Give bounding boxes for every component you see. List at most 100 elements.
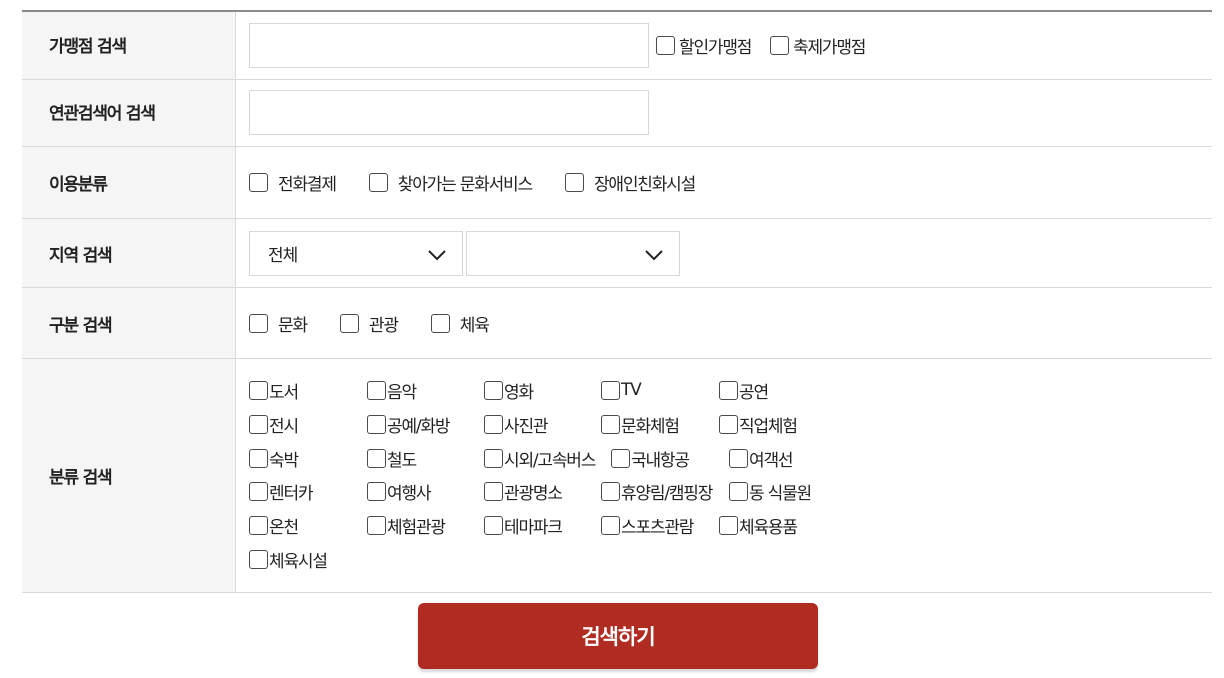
region-district-select[interactable]: [466, 230, 680, 276]
search-button[interactable]: 검색하기: [418, 603, 818, 669]
row-category-search: 분류 검색 도서 음악 영화 TV 공연전시 공예/화방 사진관 문화체험 직업체험숙박 철도 시외…: [22, 359, 1212, 593]
category-checkbox[interactable]: [367, 448, 386, 468]
category-checkbox[interactable]: [484, 414, 503, 434]
category-label: 테마파크: [504, 517, 563, 538]
category-option[interactable]: 여객선: [729, 446, 794, 471]
category-checkbox[interactable]: [249, 448, 268, 468]
culture-option[interactable]: 문화: [249, 311, 308, 336]
category-option[interactable]: 렌터카: [249, 479, 314, 504]
culture-checkbox[interactable]: [249, 313, 268, 333]
sports-option[interactable]: 체육: [430, 311, 490, 336]
category-checkbox[interactable]: [249, 481, 268, 501]
category-checkbox[interactable]: [601, 414, 620, 434]
affiliate-search-input[interactable]: [249, 23, 649, 68]
category-label: 국내항공: [631, 450, 690, 471]
category-label: 여객선: [749, 450, 794, 471]
category-option[interactable]: 철도: [367, 446, 417, 471]
category-label: 여행사: [387, 483, 432, 504]
category-checkbox[interactable]: [249, 515, 268, 535]
category-option[interactable]: 공연: [719, 378, 769, 403]
tourism-checkbox[interactable]: [339, 313, 359, 333]
category-option[interactable]: 공예/화방: [367, 412, 451, 437]
discount-affiliate-option[interactable]: 할인가맹점: [656, 33, 752, 58]
category-option[interactable]: 사진관: [484, 412, 549, 437]
category-checkbox[interactable]: [719, 414, 738, 434]
category-label: 체험관광: [387, 517, 446, 538]
category-option[interactable]: 관광명소: [484, 479, 563, 504]
visiting-culture-service-option[interactable]: 찾아가는 문화서비스: [368, 170, 533, 195]
category-checkbox[interactable]: [729, 448, 748, 468]
category-label: TV: [621, 380, 642, 400]
category-option[interactable]: 도서: [249, 378, 299, 403]
category-option[interactable]: 직업체험: [719, 412, 798, 437]
category-checkbox[interactable]: [484, 481, 503, 501]
category-checkbox[interactable]: [719, 515, 738, 535]
category-label: 체육시설: [269, 551, 328, 572]
option-label: 관광: [368, 315, 399, 336]
festival-affiliate-checkbox[interactable]: [770, 36, 789, 55]
category-option[interactable]: 체육용품: [719, 513, 798, 538]
category-option[interactable]: 여행사: [367, 479, 432, 504]
disability-friendly-option[interactable]: 장애인친화시설: [564, 170, 696, 195]
category-checkbox[interactable]: [729, 481, 748, 501]
related-keyword-input[interactable]: [249, 90, 649, 135]
tourism-option[interactable]: 관광: [339, 311, 399, 336]
category-checkbox[interactable]: [719, 380, 738, 400]
category-label: 직업체험: [739, 416, 798, 437]
category-option[interactable]: 숙박: [249, 446, 299, 471]
category-checkbox[interactable]: [249, 549, 268, 569]
category-option[interactable]: 체험관광: [367, 513, 446, 538]
category-checkbox[interactable]: [249, 380, 268, 400]
category-option[interactable]: 휴양림/캠핑장: [601, 479, 713, 504]
category-option[interactable]: 온천: [249, 513, 299, 538]
row-division-search: 구분 검색 문화 관광 체육: [22, 288, 1212, 359]
visiting-culture-service-checkbox[interactable]: [368, 173, 388, 192]
option-label: 장애인친화시설: [593, 175, 696, 195]
row-label-region: 지역 검색: [22, 219, 236, 287]
select-value: 전체: [268, 245, 298, 266]
category-option[interactable]: 체육시설: [249, 547, 328, 572]
category-label: 영화: [504, 382, 534, 403]
category-label: 동 식물원: [749, 483, 812, 504]
festival-affiliate-option[interactable]: 축제가맹점: [770, 33, 866, 58]
category-checkbox[interactable]: [367, 515, 386, 535]
category-option[interactable]: 영화: [484, 378, 534, 403]
category-option[interactable]: 테마파크: [484, 513, 563, 538]
category-checkbox[interactable]: [611, 448, 630, 468]
category-checkbox[interactable]: [367, 380, 386, 400]
option-label: 축제가맹점: [793, 38, 866, 58]
category-checkbox[interactable]: [601, 380, 620, 400]
row-label-related-keyword: 연관검색어 검색: [22, 80, 236, 146]
category-option[interactable]: 스포츠관람: [601, 513, 694, 538]
category-checkbox[interactable]: [367, 481, 386, 501]
category-checkbox[interactable]: [601, 515, 620, 535]
category-option[interactable]: 음악: [367, 378, 417, 403]
category-label: 관광명소: [504, 483, 563, 504]
category-checkbox[interactable]: [249, 414, 268, 434]
category-checkbox[interactable]: [484, 448, 503, 468]
category-option[interactable]: 국내항공: [611, 446, 690, 471]
category-option[interactable]: 시외/고속버스: [484, 446, 596, 471]
category-checkbox[interactable]: [367, 414, 386, 434]
row-label-usage-type: 이용분류: [22, 147, 236, 218]
discount-affiliate-checkbox[interactable]: [656, 36, 675, 55]
phone-payment-option[interactable]: 전화결제: [249, 170, 337, 195]
category-option[interactable]: TV: [601, 378, 642, 402]
sports-checkbox[interactable]: [430, 313, 450, 333]
chevron-down-icon: [428, 246, 446, 266]
category-label: 온천: [269, 517, 299, 538]
disability-friendly-checkbox[interactable]: [564, 173, 584, 192]
region-province-select[interactable]: 전체: [249, 230, 463, 276]
row-label-category: 분류 검색: [22, 359, 236, 592]
category-label: 음악: [387, 382, 417, 403]
phone-payment-checkbox[interactable]: [249, 173, 268, 192]
category-checkbox[interactable]: [601, 481, 620, 501]
category-option[interactable]: 문화체험: [601, 412, 680, 437]
category-label: 철도: [387, 450, 417, 471]
category-option[interactable]: 동 식물원: [729, 479, 812, 504]
row-label-division: 구분 검색: [22, 288, 236, 358]
category-option[interactable]: 전시: [249, 412, 299, 437]
category-checkbox[interactable]: [484, 380, 503, 400]
category-checkbox[interactable]: [484, 515, 503, 535]
category-label: 공연: [739, 382, 769, 403]
